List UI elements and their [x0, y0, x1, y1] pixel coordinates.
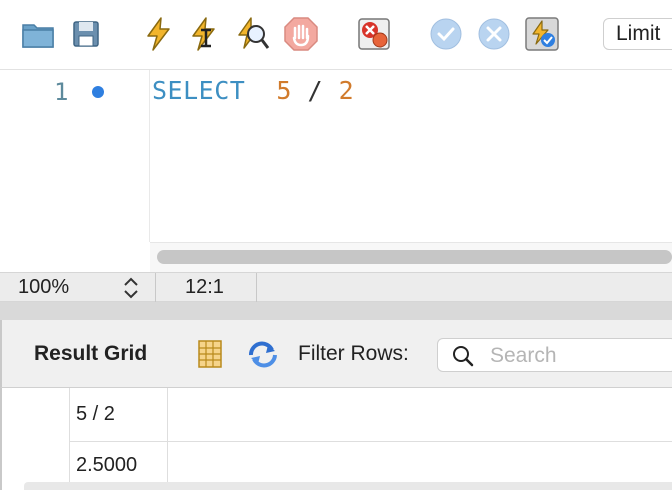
zoom-level[interactable]: 100%: [18, 276, 69, 299]
toggle-error-icon[interactable]: [355, 15, 393, 53]
limit-label: Limit: [616, 22, 661, 45]
commit-icon[interactable]: [427, 15, 465, 53]
code-line[interactable]: SELECT 5 / 2: [152, 76, 354, 105]
result-grid: 5 / 2 2.5000: [0, 388, 672, 490]
rollback-icon[interactable]: [475, 15, 513, 53]
divider: [256, 273, 257, 302]
header-filler: [168, 388, 672, 442]
refresh-icon[interactable]: [246, 339, 280, 369]
result-toolbar: Result Grid Filter Rows:: [0, 320, 672, 388]
cursor-position: 12:1: [185, 276, 224, 298]
sql-keyword: SELECT: [152, 76, 246, 105]
autocommit-icon[interactable]: [523, 15, 561, 53]
row-header-column: [4, 388, 70, 490]
divider: [155, 273, 156, 302]
stop-icon[interactable]: [282, 15, 320, 53]
limit-select[interactable]: Limit: [603, 18, 672, 50]
search-icon: [452, 345, 474, 367]
filter-rows-label: Filter Rows:: [298, 342, 409, 365]
scrollbar-thumb[interactable]: [157, 250, 672, 264]
search-box[interactable]: [437, 338, 672, 372]
save-icon[interactable]: [67, 15, 105, 53]
status-bar: 100% 12:1: [0, 272, 672, 302]
line-number: 1: [54, 78, 69, 106]
statement-marker: [92, 86, 104, 98]
grid-bottom-scrollbar[interactable]: [24, 482, 672, 490]
result-grid-tab[interactable]: Result Grid: [34, 342, 147, 366]
open-file-icon[interactable]: [19, 15, 57, 53]
sql-editor[interactable]: 1 SELECT 5 / 2: [0, 70, 672, 272]
line-gutter: 1: [0, 70, 150, 242]
sql-number: 2: [338, 76, 355, 105]
column-header[interactable]: 5 / 2: [70, 388, 168, 442]
grid-layout-icon[interactable]: [196, 339, 224, 369]
execute-icon[interactable]: [139, 15, 177, 53]
zoom-stepper-icon[interactable]: [120, 275, 142, 301]
sql-number: 5: [276, 76, 292, 105]
explain-icon[interactable]: [234, 15, 272, 53]
execute-current-icon[interactable]: [186, 15, 224, 53]
editor-toolbar: Limit: [0, 0, 672, 70]
panel-splitter[interactable]: [0, 302, 672, 320]
sql-operator: /: [291, 76, 339, 105]
search-input[interactable]: [490, 343, 670, 369]
